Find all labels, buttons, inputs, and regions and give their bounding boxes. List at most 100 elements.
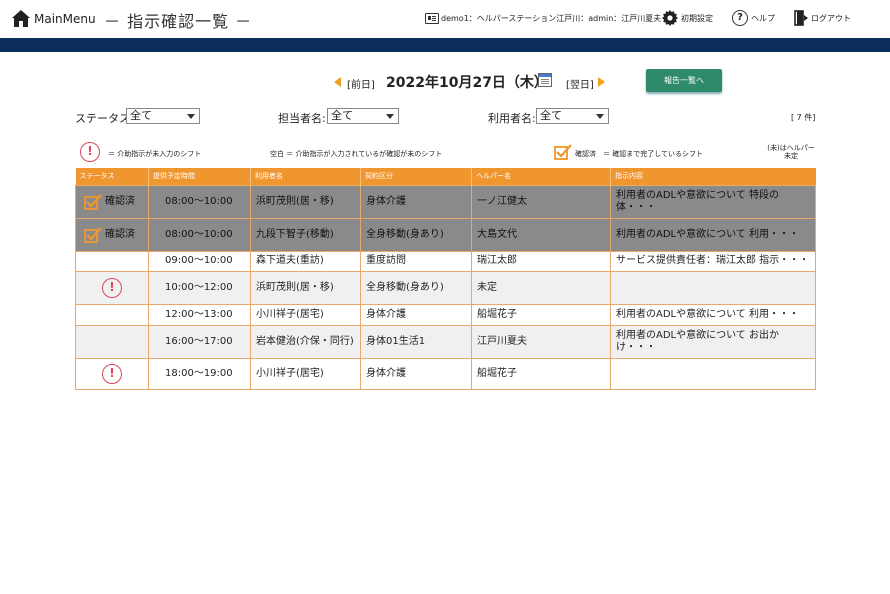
table-row[interactable]: 09:00～10:00 森下道夫(重訪) 重度訪問 瑞江太郎 サービス提供責任者：瑞江太… [75, 250, 816, 272]
calendar-icon[interactable] [538, 73, 552, 87]
status-confirmed: 確認済 [84, 226, 148, 243]
user-name-cell: 九段下智子(移動) [250, 217, 361, 252]
result-count: [ 7 件] [791, 113, 816, 122]
column-header: 提供予定時間 [148, 168, 251, 185]
helper-name-cell: 未定 [471, 270, 611, 305]
instruction-content-cell: 利用者のADLや意欲について 利用・・・ [610, 217, 816, 252]
user-name-cell: 岩本健治(介保・同行) [250, 324, 361, 359]
helper-name-cell: 船堀花子 [471, 303, 611, 326]
checkbox-checked-icon [84, 226, 102, 243]
status-label: 確認済 [105, 195, 135, 207]
time-cell: 18:00～19:00 [148, 357, 251, 390]
logout-link[interactable]: ログアウト [811, 13, 851, 24]
column-header: ステータス [75, 168, 149, 185]
contract-cell: 身体介護 [360, 357, 472, 390]
user-name-cell: 森下道夫(重訪) [250, 250, 361, 272]
page-title: － 指示確認一覧 － [104, 12, 253, 31]
time-cell: 16:00～17:00 [148, 324, 251, 359]
warning-icon: ! [102, 277, 122, 298]
warning-icon: ! [102, 363, 122, 384]
legend-warn-text: ＝ 介助指示が未入力のシフト [108, 150, 202, 158]
help-link[interactable]: ヘルプ [751, 13, 775, 24]
checkbox-checked-icon [554, 144, 572, 160]
column-header: ヘルパー名 [471, 168, 611, 185]
user-card-icon [425, 13, 439, 24]
logout-icon[interactable] [794, 10, 810, 26]
status-filter-value: 全て [130, 109, 152, 122]
contract-cell: 全身移動(身あり) [360, 270, 472, 305]
status-cell: ! [75, 357, 149, 390]
contract-cell: 重度訪問 [360, 250, 472, 272]
status-cell [75, 324, 149, 359]
warning-icon: ! [80, 142, 100, 162]
user-name-cell: 浜町茂則(居・移) [250, 270, 361, 305]
status-filter-select[interactable]: 全て [126, 108, 200, 124]
instruction-content-cell: 利用者のADLや意欲について 特段の体・・・ [610, 184, 816, 219]
helper-name-cell: 船堀花子 [471, 357, 611, 390]
status-filter-label: ステータス: [75, 112, 134, 125]
user-name-cell: 小川祥子(居宅) [250, 357, 361, 390]
helper-name-cell: 瑞江太郎 [471, 250, 611, 272]
status-cell [75, 303, 149, 326]
status-cell [75, 250, 149, 272]
status-cell: 確認済 [75, 184, 149, 219]
user-filter-value: 全て [540, 109, 562, 122]
instruction-content-cell: サービス提供責任者：瑞江太郎 指示・・・ [610, 250, 816, 272]
status-confirmed: 確認済 [84, 193, 148, 210]
instruction-content-cell: 利用者のADLや意欲について お出かけ・・・ [610, 324, 816, 359]
user-filter-label: 利用者名: [488, 112, 536, 125]
time-cell: 09:00～10:00 [148, 250, 251, 272]
legend-confirmed-label: 確認済 [575, 150, 596, 158]
status-cell: 確認済 [75, 217, 149, 252]
contract-cell: 身体01生活1 [360, 324, 472, 359]
instruction-content-cell [610, 357, 816, 390]
status-label: 確認済 [105, 228, 135, 240]
time-cell: 12:00～13:00 [148, 303, 251, 326]
instruction-content-cell [610, 270, 816, 305]
legend-confirmed-text: ＝ 確認まで完了しているシフト [603, 150, 704, 158]
next-day-arrow-icon[interactable] [598, 77, 605, 87]
user-name-cell: 小川祥子(居宅) [250, 303, 361, 326]
gear-icon[interactable] [662, 10, 678, 26]
column-header: 指示内容 [610, 168, 816, 185]
instruction-table: ステータス 提供予定時間 利用者名 契約区分 ヘルパー名 指示内容 確認済 08:… [75, 168, 816, 390]
table-header-row: ステータス 提供予定時間 利用者名 契約区分 ヘルパー名 指示内容 [75, 168, 816, 185]
chevron-down-icon [187, 114, 195, 119]
time-cell: 10:00～12:00 [148, 270, 251, 305]
header-divider-bar [0, 38, 890, 52]
chevron-down-icon [386, 114, 394, 119]
user-info: demo1：ヘルパーステーション江戸川：admin：江戸川夏夫 [441, 14, 662, 23]
report-list-button[interactable]: 報告一覧へ [646, 69, 722, 92]
table-row[interactable]: 確認済 08:00～10:00 浜町茂則(居・移) 身体介護 一ノ江健太 利用者のADLや… [75, 184, 816, 219]
helper-name-cell: 一ノ江健太 [471, 184, 611, 219]
user-name-cell: 浜町茂則(居・移) [250, 184, 361, 219]
next-day-link[interactable]: [翌日] [566, 76, 594, 91]
contract-cell: 全身移動(身あり) [360, 217, 472, 252]
legend-note: (未)はヘルパー未定 [767, 144, 815, 160]
table-row[interactable]: 16:00～17:00 岩本健治(介保・同行) 身体01生活1 江戸川夏夫 利用者のAD… [75, 324, 816, 359]
instruction-content-cell: 利用者のADLや意欲について 利用・・・ [610, 303, 816, 326]
home-icon[interactable] [11, 9, 31, 28]
table-row[interactable]: ! 10:00～12:00 浜町茂則(居・移) 全身移動(身あり) 未定 [75, 270, 816, 305]
settings-link[interactable]: 初期設定 [681, 13, 713, 24]
status-cell: ! [75, 270, 149, 305]
staff-filter-value: 全て [331, 109, 353, 122]
prev-day-arrow-icon[interactable] [334, 77, 341, 87]
column-header: 契約区分 [360, 168, 472, 185]
column-header: 利用者名 [250, 168, 361, 185]
mainmenu-link[interactable]: MainMenu [34, 12, 96, 26]
checkbox-checked-icon [84, 193, 102, 210]
legend-blank-text: 空白 ＝ 介助指示が入力されているが確認が未のシフト [270, 150, 443, 158]
table-row[interactable]: 確認済 08:00～10:00 九段下智子(移動) 全身移動(身あり) 大島文代 利用者の… [75, 217, 816, 252]
table-row[interactable]: 12:00～13:00 小川祥子(居宅) 身体介護 船堀花子 利用者のADLや意欲につい… [75, 303, 816, 326]
prev-day-link[interactable]: [前日] [347, 76, 375, 91]
helper-name-cell: 大島文代 [471, 217, 611, 252]
current-date: 2022年10月27日（木） [386, 75, 548, 91]
table-row[interactable]: ! 18:00～19:00 小川祥子(居宅) 身体介護 船堀花子 [75, 357, 816, 390]
time-cell: 08:00～10:00 [148, 217, 251, 252]
app-header: MainMenu － 指示確認一覧 － demo1：ヘルパーステーション江戸川：… [0, 0, 890, 38]
help-icon[interactable]: ? [732, 10, 748, 26]
user-filter-select[interactable]: 全て [536, 108, 609, 124]
contract-cell: 身体介護 [360, 303, 472, 326]
staff-filter-select[interactable]: 全て [327, 108, 399, 124]
